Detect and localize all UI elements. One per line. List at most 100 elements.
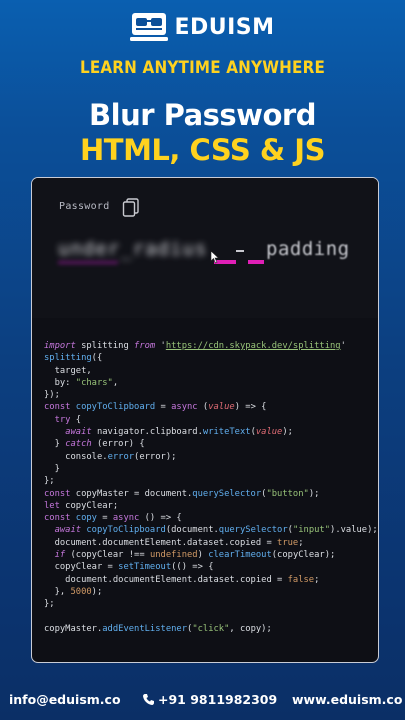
code-token: ) bbox=[197, 550, 209, 561]
code-token: copyClear = bbox=[44, 562, 119, 573]
code-token: (document. bbox=[165, 525, 219, 536]
code-token: (error) { bbox=[91, 439, 145, 450]
code-token: { bbox=[70, 414, 82, 425]
code-token: try bbox=[54, 414, 71, 425]
code-token: true bbox=[277, 537, 299, 548]
footer: info@eduism.co +91 9811982309 www.eduism… bbox=[0, 692, 405, 710]
code-token: target, bbox=[44, 365, 92, 376]
code-token: "click" bbox=[192, 623, 230, 634]
code-line: console.error(error); bbox=[44, 451, 372, 463]
code-token: undefined bbox=[149, 550, 198, 561]
glasses-monitor-icon bbox=[130, 13, 169, 41]
code-token: "button" bbox=[266, 488, 309, 499]
footer-phone[interactable]: +91 9811982309 bbox=[142, 692, 277, 707]
code-line: } catch (error) { bbox=[44, 438, 372, 450]
code-token: }; bbox=[44, 599, 55, 610]
code-token: } bbox=[44, 463, 60, 474]
code-token: copyClear; bbox=[59, 500, 119, 511]
code-line: if (copyClear !== undefined) clearTimeou… bbox=[44, 549, 372, 561]
footer-email[interactable]: info@eduism.co bbox=[9, 692, 121, 707]
code-line: const copy = async () => { bbox=[44, 512, 372, 524]
code-token: ({ bbox=[91, 353, 103, 364]
code-token: (copyClear); bbox=[271, 550, 336, 561]
code-line: } bbox=[44, 463, 372, 475]
code-token: setTimeout bbox=[118, 562, 172, 573]
code-line: const copyToClipboard = async (value) =>… bbox=[44, 401, 372, 413]
footer-website[interactable]: www.eduism.co bbox=[292, 692, 402, 707]
code-token: ' bbox=[155, 341, 166, 351]
code-line: document.documentElement.dataset.copied … bbox=[44, 574, 372, 586]
code-token: () => { bbox=[139, 513, 182, 524]
code-token: document.documentElement.dataset.copied … bbox=[44, 574, 288, 585]
title-line-1: Blur Password bbox=[89, 98, 316, 132]
code-token: copyToClipboard bbox=[75, 402, 156, 413]
code-card: Password under_radius padding import spl… bbox=[31, 177, 379, 663]
code-token: false bbox=[287, 574, 315, 585]
code-token: ; bbox=[298, 537, 304, 548]
code-token: (() => { bbox=[171, 562, 214, 573]
code-token: = bbox=[155, 402, 172, 413]
code-token: import bbox=[44, 341, 76, 351]
code-token: value bbox=[208, 402, 235, 413]
code-token: = bbox=[96, 513, 113, 524]
code-token: copyMaster. bbox=[44, 623, 103, 634]
brand-logo: EDUISM bbox=[0, 12, 405, 42]
code-token: by: bbox=[44, 377, 76, 388]
code-line: by: "chars", bbox=[44, 377, 372, 389]
code-line: copyClear = setTimeout(() => { bbox=[44, 561, 372, 573]
code-token: ); bbox=[308, 488, 320, 499]
code-token: ).value); bbox=[330, 525, 378, 536]
highlight-bar bbox=[248, 260, 264, 264]
code-line: }, 5000); bbox=[44, 586, 372, 598]
code-block: import splitting from 'https://cdn.skypa… bbox=[44, 340, 378, 635]
code-token: }, bbox=[44, 586, 71, 597]
code-token: const bbox=[44, 488, 71, 499]
code-line: let copyClear; bbox=[44, 500, 372, 512]
phone-icon bbox=[143, 694, 154, 705]
phone-number: +91 9811982309 bbox=[158, 692, 278, 707]
code-token: ); bbox=[282, 427, 293, 438]
code-line: const copyMaster = document.querySelecto… bbox=[44, 488, 372, 500]
code-token: (copyClear !== bbox=[65, 550, 150, 561]
tagline: LEARN ANYTIME ANYWHERE bbox=[79, 58, 326, 77]
code-token: ( bbox=[197, 402, 209, 413]
code-line: }; bbox=[44, 475, 372, 487]
blur-underline bbox=[58, 261, 118, 264]
code-line: await copyToClipboard(document.querySele… bbox=[44, 524, 378, 536]
code-token: error bbox=[107, 451, 135, 462]
code-line: await navigator.clipboard.writeText(valu… bbox=[44, 426, 372, 438]
code-token: console. bbox=[44, 451, 108, 462]
code-token: , bbox=[112, 377, 119, 388]
code-token: splitting bbox=[44, 353, 92, 364]
code-token: clearTimeout bbox=[208, 550, 272, 561]
code-token: catch bbox=[65, 439, 92, 450]
code-line: target, bbox=[44, 365, 372, 377]
code-token: async bbox=[171, 402, 198, 413]
code-token: await bbox=[54, 525, 82, 536]
title-line-2: HTML, CSS & JS bbox=[80, 133, 325, 167]
code-token: ' bbox=[340, 341, 346, 351]
clipboard-copy-icon[interactable] bbox=[120, 196, 142, 218]
password-input-blurred[interactable]: under_radius bbox=[58, 238, 207, 260]
code-token: addEventListener bbox=[102, 623, 188, 634]
code-token: }; bbox=[44, 476, 55, 487]
password-visible-chars: padding bbox=[266, 238, 350, 260]
password-preview: Password under_radius padding bbox=[32, 178, 378, 318]
code-token: await bbox=[65, 427, 92, 438]
code-line: splitting({ bbox=[44, 352, 372, 364]
code-token: querySelector bbox=[192, 488, 262, 499]
code-line: }); bbox=[44, 389, 372, 401]
code-token: from bbox=[134, 341, 156, 351]
code-token: "input" bbox=[292, 525, 331, 536]
code-token: https://cdn.skypack.dev/splitting bbox=[165, 341, 341, 351]
code-token: querySelector bbox=[218, 525, 288, 536]
code-token: copyMaster = document. bbox=[70, 488, 193, 499]
code-token: copyToClipboard bbox=[86, 525, 166, 536]
code-token: const bbox=[44, 513, 71, 524]
brand-name: EDUISM bbox=[174, 14, 275, 40]
